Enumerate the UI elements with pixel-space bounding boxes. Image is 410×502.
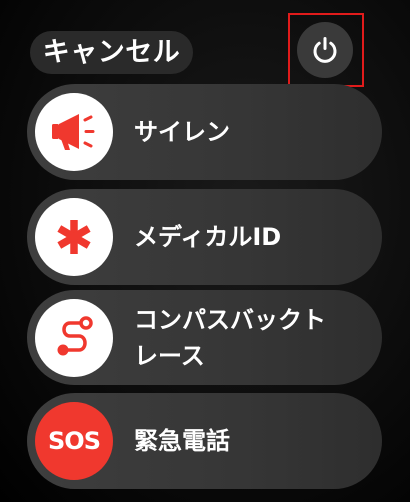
compass-backtrack-slider[interactable]: コンパスバックト レース [27, 290, 382, 385]
siren-label: サイレン [134, 118, 230, 146]
emergency-call-slider[interactable]: SOS 緊急電話 [27, 393, 382, 489]
power-off-button[interactable] [297, 22, 353, 78]
megaphone-icon [52, 114, 95, 150]
siren-slider-knob[interactable] [35, 93, 113, 171]
route-icon [57, 315, 93, 355]
compass-backtrack-label: コンパスバックト レース [134, 302, 359, 374]
compass-backtrack-slider-knob[interactable] [35, 298, 113, 377]
sos-icon: SOS [48, 427, 101, 455]
siren-slider[interactable]: サイレン [27, 84, 382, 180]
power-icon [313, 37, 337, 63]
emergency-screen: キャンセル サイレン メディカルID コンパスバックト レース SOS 緊急電話 [0, 0, 410, 502]
emergency-call-slider-knob[interactable]: SOS [35, 402, 113, 480]
medical-id-label: メディカルID [134, 223, 282, 251]
medical-asterisk-icon [57, 220, 91, 254]
medical-id-slider-knob[interactable] [35, 198, 113, 276]
cancel-button[interactable]: キャンセル [30, 31, 193, 74]
compass-backtrack-label-line2: レース [134, 342, 205, 370]
compass-backtrack-label-line1: コンパスバックト [134, 306, 326, 334]
medical-id-slider[interactable]: メディカルID [27, 189, 382, 285]
emergency-call-label: 緊急電話 [134, 427, 230, 455]
